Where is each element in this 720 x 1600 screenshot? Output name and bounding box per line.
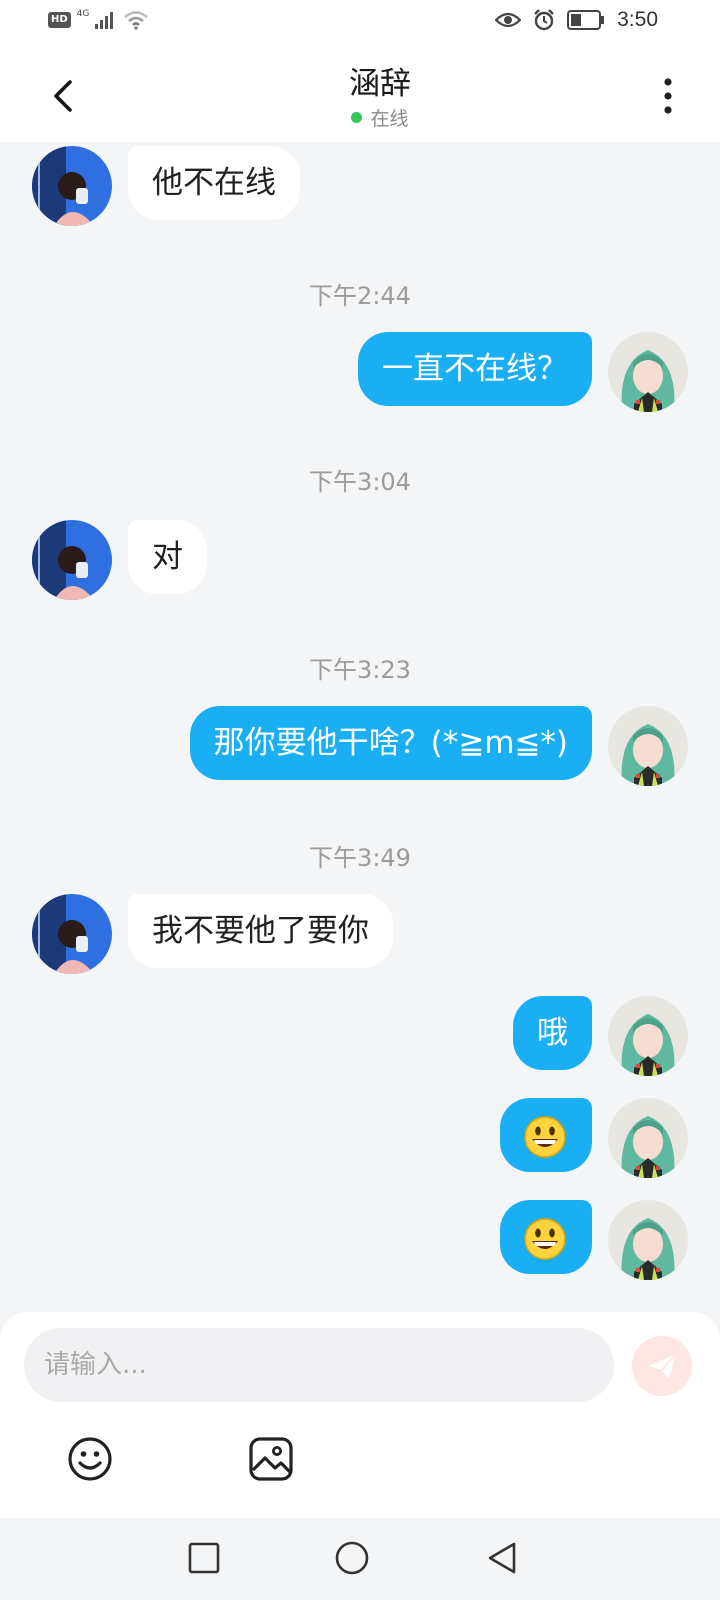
square-icon: [188, 1542, 220, 1574]
presence-label: 在线: [370, 108, 409, 130]
contact-avatar[interactable]: [32, 520, 112, 600]
status-bar: HD 4G 3:50: [0, 0, 720, 50]
clock: 3:50: [617, 8, 658, 31]
my-avatar[interactable]: [608, 996, 688, 1076]
message-bubble-outgoing[interactable]: 哦: [513, 996, 592, 1070]
message-bubble-outgoing[interactable]: [500, 1200, 592, 1274]
message-bubble-outgoing[interactable]: 那你要他干啥？(*≧m≦*): [189, 706, 592, 780]
signal-icon: [95, 12, 114, 29]
online-dot: [351, 112, 363, 123]
grinning-face-icon: [524, 1217, 566, 1260]
send-button[interactable]: [632, 1336, 692, 1396]
message-text: 我不要他了要你: [152, 913, 369, 949]
status-left: HD 4G: [48, 9, 149, 30]
more-vertical-icon: [664, 78, 672, 114]
home-button[interactable]: [334, 1540, 370, 1576]
smiley-icon: [68, 1437, 112, 1481]
message-input[interactable]: [24, 1328, 614, 1402]
image-button[interactable]: [248, 1436, 294, 1482]
alarm-icon: [534, 9, 554, 31]
contact-avatar[interactable]: [32, 146, 112, 226]
composer: [0, 1312, 720, 1518]
status-right: 3:50: [495, 8, 658, 32]
my-avatar[interactable]: [608, 1200, 688, 1280]
message-bubble-outgoing[interactable]: [500, 1098, 592, 1172]
circle-icon: [335, 1541, 369, 1575]
nav-back-button[interactable]: [484, 1540, 520, 1576]
message-text: 一直不在线？: [382, 351, 568, 387]
message-bubble-incoming[interactable]: 对: [128, 520, 207, 594]
my-avatar[interactable]: [608, 332, 688, 412]
hd-badge: HD: [48, 12, 71, 28]
eye-icon: [495, 12, 522, 28]
timestamp: 下午3:04: [309, 468, 411, 496]
message-text: 他不在线: [152, 165, 276, 201]
chat-header: 涵辞 在线: [0, 50, 720, 142]
message-text: 哦: [537, 1015, 568, 1051]
grinning-face-icon: [524, 1115, 566, 1158]
timestamp: 下午3:23: [309, 656, 411, 684]
message-bubble-incoming[interactable]: 他不在线: [128, 146, 300, 220]
message-text: 对: [152, 539, 183, 575]
wifi-icon: [124, 11, 149, 30]
presence-status: 在线: [0, 104, 720, 131]
my-avatar[interactable]: [608, 706, 688, 786]
timestamp: 下午3:49: [309, 844, 411, 872]
triangle-back-icon: [488, 1542, 516, 1574]
send-icon: [649, 1353, 677, 1380]
more-options-button[interactable]: [656, 76, 680, 116]
emoji-button[interactable]: [67, 1436, 113, 1482]
contact-avatar[interactable]: [32, 894, 112, 974]
image-icon: [249, 1437, 293, 1481]
system-nav-bar: [0, 1518, 720, 1600]
message-bubble-incoming[interactable]: 我不要他了要你: [128, 894, 393, 968]
timestamp: 下午2:44: [309, 282, 411, 310]
battery-icon: [567, 10, 605, 30]
message-list[interactable]: 他不在线 下午2:44 一直不在线？ 下午3:04 对 下午3:23 那你要他干…: [0, 142, 720, 1312]
message-text: 那你要他干啥？(*≧m≦*): [213, 725, 568, 761]
contact-name: 涵辞: [349, 66, 411, 102]
my-avatar[interactable]: [608, 1098, 688, 1178]
recents-button[interactable]: [186, 1540, 222, 1576]
network-type: 4G: [76, 9, 90, 19]
message-bubble-outgoing[interactable]: 一直不在线？: [358, 332, 592, 406]
